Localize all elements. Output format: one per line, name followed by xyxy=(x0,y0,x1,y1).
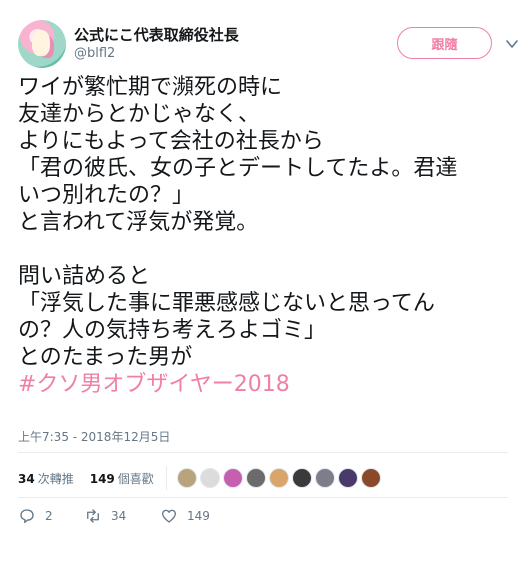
like-stat-label: 個喜歡 xyxy=(117,471,154,486)
hashtag-link[interactable]: #クソ男オブザイヤー2018 xyxy=(18,372,290,397)
liker-avatar[interactable] xyxy=(222,468,243,488)
like-button[interactable]: 149 xyxy=(160,507,210,525)
tweet-text-body: ワイが繁忙期で瀕死の時に 友達からとかじゃなく、 よりにもよって会社の社長から … xyxy=(18,75,458,370)
reply-icon xyxy=(20,509,34,524)
retweet-icon xyxy=(87,509,99,523)
reply-count: 2 xyxy=(45,509,53,523)
liker-avatars xyxy=(176,468,381,488)
author-name[interactable]: 公式にこ代表取締役社長 xyxy=(74,24,239,45)
divider xyxy=(165,466,167,490)
retweet-stat[interactable]: 34 次轉推 xyxy=(18,470,74,487)
reply-button[interactable]: 2 xyxy=(18,507,84,525)
tweet-actions: 2 34 149 xyxy=(18,507,210,525)
author-handle[interactable]: @blfl2 xyxy=(74,46,115,61)
liker-avatar[interactable] xyxy=(199,468,220,488)
tweet-text: ワイが繁忙期で瀕死の時に 友達からとかじゃなく、 よりにもよって会社の社長から … xyxy=(18,74,518,398)
follow-button[interactable]: 跟隨 xyxy=(397,27,492,59)
chevron-down-icon[interactable] xyxy=(505,37,519,51)
like-count: 149 xyxy=(187,509,210,523)
tweet-stats: 34 次轉推 149 個喜歡 xyxy=(18,466,381,490)
retweet-button[interactable]: 34 xyxy=(84,507,160,525)
tweet-card: 公式にこ代表取締役社長 @blfl2 跟隨 ワイが繁忙期で瀕死の時に 友達からと… xyxy=(0,0,525,562)
liker-avatar[interactable] xyxy=(337,468,358,488)
liker-avatar[interactable] xyxy=(176,468,197,488)
liker-avatar[interactable] xyxy=(245,468,266,488)
author-avatar[interactable] xyxy=(18,20,66,68)
heart-icon xyxy=(161,509,177,523)
liker-avatar[interactable] xyxy=(268,468,289,488)
divider xyxy=(18,452,508,453)
like-stat-count: 149 xyxy=(89,471,115,486)
retweet-stat-count: 34 xyxy=(18,471,35,486)
liker-avatar[interactable] xyxy=(291,468,312,488)
like-stat[interactable]: 149 個喜歡 xyxy=(90,470,154,487)
liker-avatar[interactable] xyxy=(314,468,335,488)
retweet-count: 34 xyxy=(111,509,127,523)
tweet-timestamp[interactable]: 上午7:35 - 2018年12月5日 xyxy=(18,428,170,445)
retweet-stat-label: 次轉推 xyxy=(37,471,74,486)
liker-avatar[interactable] xyxy=(360,468,381,488)
divider xyxy=(18,497,508,498)
